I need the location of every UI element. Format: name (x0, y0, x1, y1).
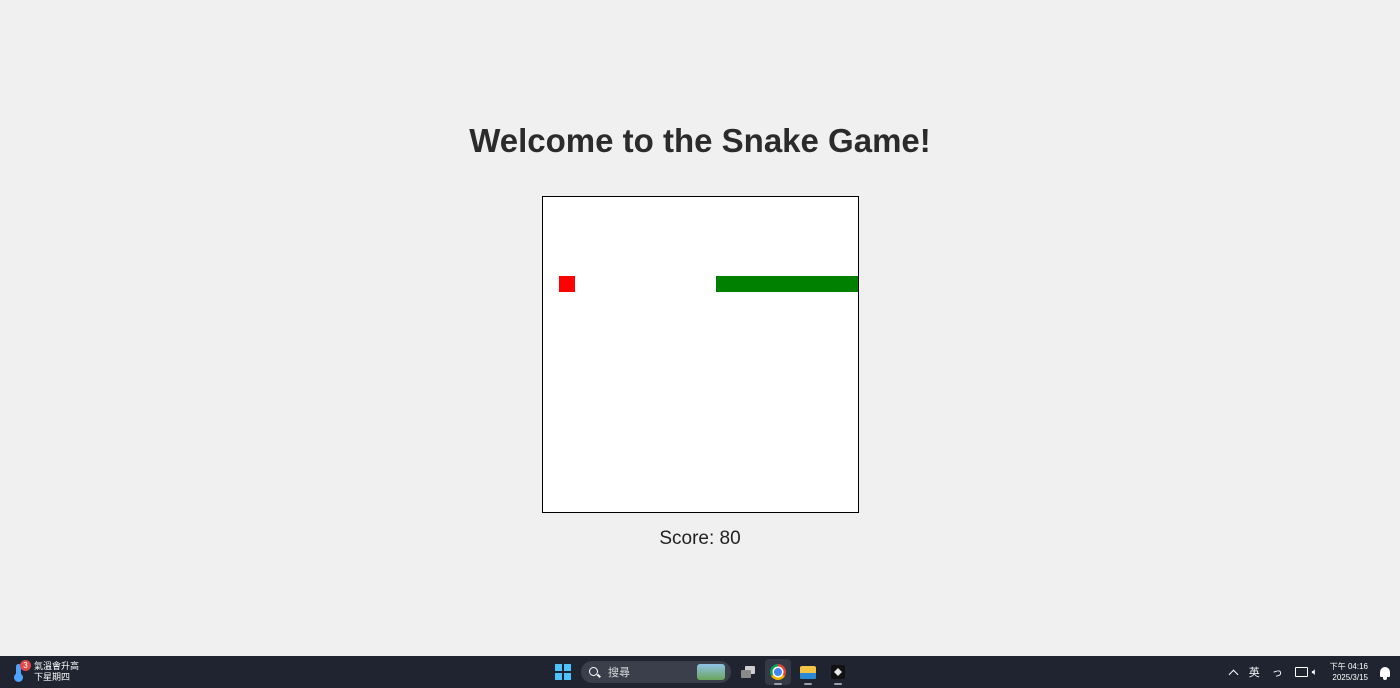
app-taskbar-button[interactable] (825, 659, 851, 685)
running-indicator (774, 683, 782, 685)
show-hidden-icons-button[interactable] (1228, 667, 1239, 679)
chevron-up-icon (1228, 669, 1239, 679)
app-cube-icon (831, 665, 845, 679)
clock-time: 下午 04:16 (1329, 662, 1368, 671)
running-indicator (834, 683, 842, 685)
snake-segment (795, 275, 812, 292)
clock[interactable]: 下午 04:16 2025/3/15 (1330, 661, 1368, 683)
notification-button[interactable] (1380, 667, 1390, 680)
snake-segment (826, 275, 843, 292)
page: Welcome to the Snake Game! Score: 80 (0, 0, 1400, 656)
score-display: Score: 80 (659, 528, 741, 549)
task-view-button[interactable] (735, 659, 761, 685)
game-board[interactable] (542, 196, 859, 513)
speaker-icon: 🔈︎ (1311, 666, 1318, 678)
ime-mode-icon[interactable]: っ (1272, 664, 1283, 680)
snake-segment (732, 275, 749, 292)
running-indicator (804, 683, 812, 685)
clock-date: 2025/3/15 (1332, 673, 1368, 682)
file-explorer-icon (800, 665, 816, 679)
taskbar: 3 氣溫會升高 下星期四 搜尋 英 っ 🔈︎ 下午 04:16 2025/3/1… (0, 656, 1400, 688)
task-view-icon (741, 666, 755, 678)
food-pellet (558, 275, 575, 292)
snake-segment (810, 275, 827, 292)
weather-badge: 3 (20, 660, 31, 671)
network-icon (1294, 667, 1308, 677)
search-placeholder: 搜尋 (608, 667, 630, 679)
snake-segment (779, 275, 796, 292)
thermometer-icon: 3 (10, 660, 31, 683)
search-highlight-image (697, 664, 725, 680)
snake-head (716, 275, 733, 292)
chrome-icon (770, 664, 786, 680)
windows-start-icon[interactable] (555, 664, 571, 680)
chrome-taskbar-button[interactable] (765, 659, 791, 685)
bell-icon (1380, 667, 1390, 680)
snake-segment (842, 275, 858, 292)
page-title: Welcome to the Snake Game! (469, 122, 931, 159)
weather-widget[interactable]: 3 氣溫會升高 下星期四 (10, 659, 79, 685)
weather-line-2: 下星期四 (34, 672, 71, 682)
ime-indicator[interactable]: 英 (1249, 664, 1260, 680)
weather-text: 氣溫會升高 下星期四 (34, 661, 79, 683)
file-explorer-taskbar-button[interactable] (795, 659, 821, 685)
snake-segment (747, 275, 764, 292)
taskbar-search-box[interactable]: 搜尋 (581, 661, 731, 683)
snake-segment (763, 275, 780, 292)
undo-glyph-icon: っ (1271, 667, 1283, 679)
search-icon (589, 666, 601, 678)
network-volume-button[interactable]: 🔈︎ (1294, 666, 1318, 678)
taskbar-center: 搜尋 (550, 656, 851, 688)
system-tray: 英 っ 🔈︎ 下午 04:16 2025/3/15 (1218, 656, 1390, 688)
weather-line-1: 氣溫會升高 (34, 661, 80, 671)
